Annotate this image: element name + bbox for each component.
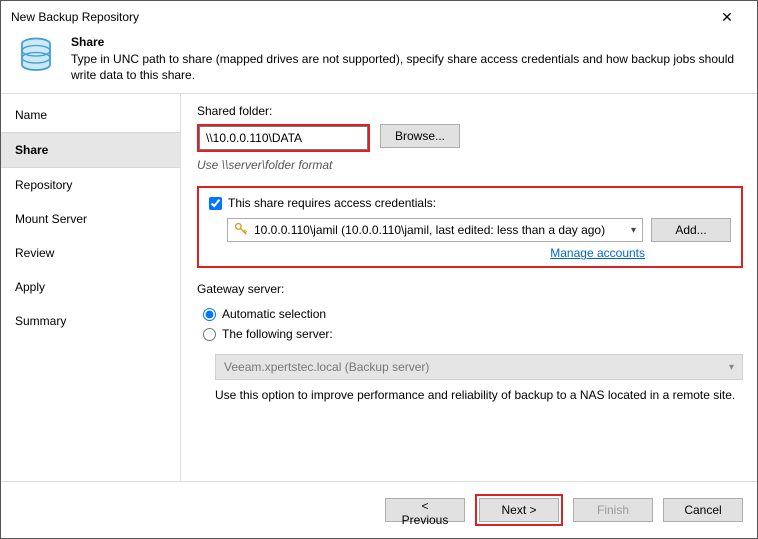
cancel-button[interactable]: Cancel	[663, 498, 743, 522]
shared-folder-input[interactable]	[199, 126, 368, 150]
credentials-checkbox[interactable]	[209, 197, 222, 210]
next-button[interactable]: Next >	[479, 498, 559, 522]
sidebar-item-review[interactable]: Review	[1, 236, 180, 270]
wizard-steps: Name Share Repository Mount Server Revie…	[1, 94, 181, 481]
sidebar-item-apply[interactable]: Apply	[1, 270, 180, 304]
chevron-down-icon: ▾	[729, 362, 734, 373]
previous-button[interactable]: < Previous	[385, 498, 465, 522]
repository-icon	[15, 35, 57, 80]
key-icon	[234, 222, 248, 239]
radio-following[interactable]	[203, 328, 216, 341]
page-description: Type in UNC path to share (mapped drives…	[71, 51, 743, 83]
credentials-selected-value: 10.0.0.110\jamil (10.0.0.110\jamil, last…	[254, 223, 605, 237]
gateway-hint: Use this option to improve performance a…	[215, 388, 743, 402]
chevron-down-icon: ▾	[631, 225, 636, 236]
close-icon[interactable]: ✕	[707, 7, 747, 27]
manage-accounts-link[interactable]: Manage accounts	[209, 246, 731, 260]
credentials-select[interactable]: 10.0.0.110\jamil (10.0.0.110\jamil, last…	[227, 218, 643, 242]
gateway-label: Gateway server:	[197, 282, 743, 296]
gateway-server-select: Veeam.xpertstec.local (Backup server) ▾	[215, 354, 743, 380]
sidebar-item-repository[interactable]: Repository	[1, 168, 180, 202]
page-title: Share	[71, 35, 743, 49]
shared-folder-label: Shared folder:	[197, 104, 743, 118]
browse-button[interactable]: Browse...	[380, 124, 460, 148]
window-title: New Backup Repository	[11, 10, 139, 24]
radio-following-label: The following server:	[222, 327, 333, 341]
credentials-checkbox-label: This share requires access credentials:	[228, 196, 436, 210]
finish-button: Finish	[573, 498, 653, 522]
sidebar-item-name[interactable]: Name	[1, 98, 180, 132]
gateway-server-value: Veeam.xpertstec.local (Backup server)	[224, 360, 429, 374]
radio-following-wrap[interactable]: The following server:	[197, 324, 743, 344]
format-hint: Use \\server\folder format	[197, 158, 743, 172]
sidebar-item-share[interactable]: Share	[1, 132, 180, 168]
radio-automatic-wrap[interactable]: Automatic selection	[197, 304, 743, 324]
add-credentials-button[interactable]: Add...	[651, 218, 731, 242]
sidebar-item-summary[interactable]: Summary	[1, 304, 180, 338]
radio-automatic-label: Automatic selection	[222, 307, 326, 321]
credentials-checkbox-wrap[interactable]: This share requires access credentials:	[209, 196, 731, 210]
radio-automatic[interactable]	[203, 308, 216, 321]
sidebar-item-mount-server[interactable]: Mount Server	[1, 202, 180, 236]
